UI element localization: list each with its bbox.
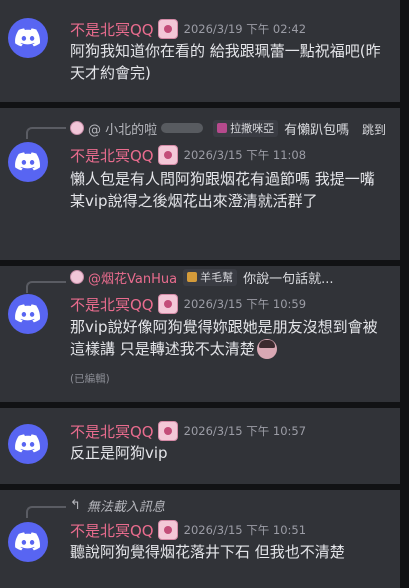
message-body: 那vip說好像阿狗覺得妳跟她是朋友沒想到會被這樣講 只是轉述我不太清楚 [70, 318, 378, 358]
message-list: 不是北冥QQ 2026/3/19 下午 02:42 阿狗我知道你在看的 給我跟珮… [0, 0, 409, 588]
message-text: 懶人包是有人問阿狗跟烟花有過節嗎 我提一嘴某vip說得之後烟花出來澄清就活群了 [70, 170, 375, 210]
username[interactable]: 不是北冥QQ [70, 294, 154, 315]
server-tag: 拉撒咪亞 [213, 119, 279, 137]
message-text: 聽說阿狗覺得烟花落井下石 但我也不清楚 [70, 543, 345, 561]
avatar[interactable] [8, 522, 48, 562]
timestamp: 2026/3/19 下午 02:42 [183, 22, 307, 36]
timestamp: 2026/3/15 下午 10:57 [183, 424, 307, 438]
avatar[interactable] [8, 18, 48, 58]
message-card: @烟花VanHua 羊毛幫 你說一句話就... 不是北冥QQ 2026/3/15… [0, 266, 400, 402]
role-badge-icon [157, 19, 178, 39]
tag-icon [217, 123, 228, 133]
username[interactable]: 不是北冥QQ [70, 421, 154, 442]
discord-logo-icon [15, 304, 41, 323]
reply-preview[interactable]: @ 小北的啦 拉撒咪亞 有懶趴包嗎 [70, 117, 349, 139]
discord-logo-icon [15, 532, 41, 551]
reply-arrow-icon: ↰ [70, 497, 81, 513]
message-header: 不是北冥QQ 2026/3/15 下午 11:08 [70, 144, 306, 166]
reply-author[interactable]: @ 小北的啦 [88, 119, 157, 138]
reply-spine [26, 281, 66, 293]
message-card: 不是北冥QQ 2026/3/19 下午 02:42 阿狗我知道你在看的 給我跟珮… [0, 0, 400, 102]
discord-logo-icon [15, 28, 41, 47]
role-badge-icon [157, 294, 178, 314]
message-text: 阿狗我知道你在看的 給我跟珮蕾一點祝福吧(昨天才約會完) [70, 42, 381, 82]
discord-logo-icon [15, 152, 41, 171]
jump-link[interactable]: 跳到 [362, 121, 386, 138]
role-badge-icon [157, 520, 178, 540]
reply-avatar [70, 270, 84, 284]
reply-spine [26, 506, 66, 518]
avatar[interactable] [8, 294, 48, 334]
reply-avatar [70, 121, 84, 135]
reply-text: 無法載入訊息 [86, 499, 165, 515]
message-header: 不是北冥QQ 2026/3/15 下午 10:57 [70, 420, 306, 442]
avatar[interactable] [8, 424, 48, 464]
message-text: 反正是阿狗vip [70, 444, 168, 462]
reply-preview: ↰ 無法載入訊息 [70, 494, 165, 516]
tag-label: 羊毛幫 [200, 271, 234, 284]
avatar[interactable] [8, 142, 48, 182]
reply-text: 你說一句話就... [243, 271, 334, 287]
message-card: @ 小北的啦 拉撒咪亞 有懶趴包嗎 跳到 不是北冥QQ 2026/3/15 下午… [0, 108, 400, 260]
reply-text: 有懶趴包嗎 [284, 122, 350, 138]
edited-label: (已編輯) [70, 373, 110, 385]
role-badge-icon [157, 145, 178, 165]
message-card: 不是北冥QQ 2026/3/15 下午 10:57 反正是阿狗vip [0, 408, 400, 484]
message-header: 不是北冥QQ 2026/3/15 下午 10:59 [70, 293, 306, 315]
username[interactable]: 不是北冥QQ [70, 19, 154, 40]
timestamp: 2026/3/15 下午 11:08 [183, 148, 307, 162]
message-card: ↰ 無法載入訊息 不是北冥QQ 2026/3/15 下午 10:51 聽說阿狗覺… [0, 490, 400, 588]
message-header: 不是北冥QQ 2026/3/15 下午 10:51 [70, 519, 306, 541]
reply-author[interactable]: @烟花VanHua [88, 268, 177, 287]
role-badge-icon [157, 421, 178, 441]
message-header: 不是北冥QQ 2026/3/19 下午 02:42 [70, 18, 306, 40]
timestamp: 2026/3/15 下午 10:51 [183, 523, 307, 537]
reply-preview[interactable]: @烟花VanHua 羊毛幫 你說一句話就... [70, 266, 333, 288]
scrollbar-rail[interactable] [400, 0, 409, 588]
message-text: 那vip說好像阿狗覺得妳跟她是朋友沒想到會被這樣講 只是轉述我不太清楚 [70, 316, 388, 360]
server-tag: 羊毛幫 [183, 268, 238, 286]
tag-label: 拉撒咪亞 [230, 122, 275, 135]
discord-logo-icon [15, 434, 41, 453]
tag-icon [187, 272, 198, 282]
custom-emoji-icon [256, 339, 277, 359]
redacted-text [161, 123, 204, 133]
username[interactable]: 不是北冥QQ [70, 145, 154, 166]
username[interactable]: 不是北冥QQ [70, 520, 154, 541]
reply-spine [26, 127, 66, 139]
timestamp: 2026/3/15 下午 10:59 [183, 297, 307, 311]
